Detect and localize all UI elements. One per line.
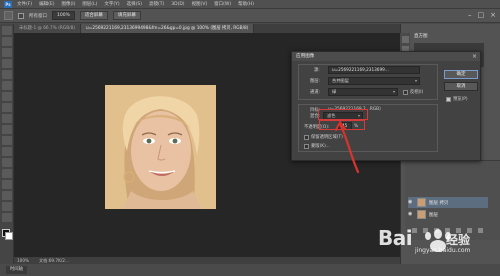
pen-tool-icon[interactable] (2, 180, 12, 189)
eyedropper-tool-icon[interactable] (2, 81, 12, 90)
cancel-button[interactable]: 取消 (444, 82, 478, 91)
fill-screen-button[interactable]: 填充屏幕 (112, 11, 141, 20)
status-bar: 100% 文档:69.7K/2... (14, 257, 400, 264)
apply-image-dialog: 应用图像 × 源: u=2569221169,2313699... 图层: 合并… (291, 51, 481, 161)
watermark-brand: Bai (378, 226, 413, 250)
menu-image[interactable]: 图像(I) (61, 1, 75, 7)
layer-row[interactable]: ◉ 图层 (408, 209, 488, 220)
status-doc-size: 文档:69.7K/2... (38, 257, 69, 263)
menu-help[interactable]: 帮助(H) (238, 1, 254, 7)
annotation-arrow-icon (335, 121, 360, 174)
watermark-url: jingyan.baidu.com (415, 247, 471, 254)
tab-untitled[interactable]: 未标题-1 @ 66.7% (RGB/8) (14, 24, 82, 33)
menu-bar: Ps 文件(F) 编辑(E) 图像(I) 图层(L) 文字(Y) 选择(S) 滤… (0, 0, 500, 9)
mask-checkbox[interactable] (304, 144, 309, 149)
eraser-tool-icon[interactable] (2, 136, 12, 145)
layer-label: 图层: (310, 79, 321, 84)
dodge-tool-icon[interactable] (2, 169, 12, 178)
preview-label: 预览(P) (453, 97, 468, 102)
menu-type[interactable]: 文字(Y) (104, 1, 119, 7)
visibility-eye-icon[interactable]: ◉ (408, 212, 414, 217)
menu-filter[interactable]: 滤镜(T) (149, 1, 164, 7)
menu-view[interactable]: 视图(V) (192, 1, 208, 7)
timeline-tab[interactable]: 时间轴 (6, 266, 27, 274)
menu-file[interactable]: 文件(F) (17, 1, 32, 7)
channel-value: 绿 (332, 89, 337, 94)
status-zoom: 100% (17, 258, 29, 263)
chevron-down-icon: ▾ (414, 78, 417, 83)
menu-edit[interactable]: 编辑(E) (39, 1, 54, 7)
layer-row[interactable]: ◉ 图层 拷贝 (408, 197, 488, 208)
stamp-tool-icon[interactable] (2, 114, 12, 123)
channel-label: 通道: (310, 90, 321, 95)
layer-name: 图层 拷贝 (429, 200, 449, 206)
tab-photo[interactable]: u=2569221169,2313699498&fm=26&gp=0.jpg @… (81, 24, 255, 33)
path-select-tool-icon[interactable] (2, 202, 12, 211)
crop-tool-icon[interactable] (2, 70, 12, 79)
ok-button[interactable]: 确定 (444, 70, 478, 79)
window-controls: – □ × (468, 11, 496, 19)
zoom-level-field[interactable]: 100% (52, 11, 75, 20)
sample-all-windows-label: 所有窗口 (29, 13, 47, 19)
histogram-panel-title[interactable]: 直方图 (412, 33, 500, 41)
layer-thumbnail (417, 198, 426, 207)
move-tool-icon[interactable] (2, 26, 12, 35)
invert-checkbox[interactable] (403, 90, 408, 95)
layer-thumbnail (417, 210, 426, 219)
maximize-icon[interactable]: □ (478, 11, 485, 19)
chevron-down-icon: ▾ (392, 89, 395, 94)
layer-select[interactable]: 合并图层 ▾ (328, 77, 420, 85)
preview-checkbox[interactable] (446, 97, 451, 102)
quick-select-tool-icon[interactable] (2, 59, 12, 68)
menu-layer[interactable]: 图层(L) (82, 1, 97, 7)
preserve-transparency-checkbox[interactable] (304, 135, 309, 140)
dialog-close-icon[interactable]: × (472, 52, 477, 61)
invert-label: 反相(I) (410, 90, 424, 95)
dialog-title: 应用图像 (292, 52, 480, 61)
mask-label: 蒙版(K)... (311, 144, 330, 149)
lasso-tool-icon[interactable] (2, 48, 12, 57)
portrait-illustration (105, 85, 216, 209)
source-label: 源: (314, 68, 320, 73)
background-color-swatch[interactable] (5, 232, 13, 240)
type-tool-icon[interactable] (2, 191, 12, 200)
document-tabs: 未标题-1 @ 66.7% (RGB/8) u=2569221169,23136… (14, 24, 400, 33)
history-brush-tool-icon[interactable] (2, 125, 12, 134)
minimize-icon[interactable]: – (468, 11, 472, 19)
marquee-tool-icon[interactable] (2, 37, 12, 46)
shape-tool-icon[interactable] (2, 213, 12, 222)
fit-screen-button[interactable]: 适合屏幕 (79, 11, 108, 20)
history-panel-icon[interactable] (402, 36, 409, 43)
layer-value: 合并图层 (332, 78, 349, 83)
photoshop-logo: Ps (4, 0, 12, 8)
menu-3d[interactable]: 3D(D) (171, 2, 184, 7)
layer-name: 图层 (429, 212, 438, 218)
menu-select[interactable]: 选择(S) (127, 1, 142, 7)
tools-panel (0, 24, 14, 264)
sample-all-windows-checkbox[interactable] (18, 12, 24, 19)
source-value: u=2569221169,2313699... (332, 67, 389, 72)
portrait-photo (105, 85, 216, 209)
close-icon[interactable]: × (490, 11, 496, 19)
gradient-tool-icon[interactable] (2, 147, 12, 156)
menu-window[interactable]: 窗口(W) (214, 1, 231, 7)
healing-tool-icon[interactable] (2, 92, 12, 101)
visibility-eye-icon[interactable]: ◉ (408, 200, 414, 205)
brush-tool-icon[interactable] (2, 103, 12, 112)
channel-select[interactable]: 绿 ▾ (328, 88, 398, 96)
options-bar: 所有窗口 100% 适合屏幕 填充屏幕 – □ × (0, 9, 500, 23)
source-select[interactable]: u=2569221169,2313699... (328, 66, 420, 74)
blend-mode-highlight (318, 109, 368, 120)
blur-tool-icon[interactable] (2, 158, 12, 167)
watermark-brand-suffix: 经验 (446, 233, 471, 247)
zoom-tool-icon[interactable] (4, 11, 13, 20)
